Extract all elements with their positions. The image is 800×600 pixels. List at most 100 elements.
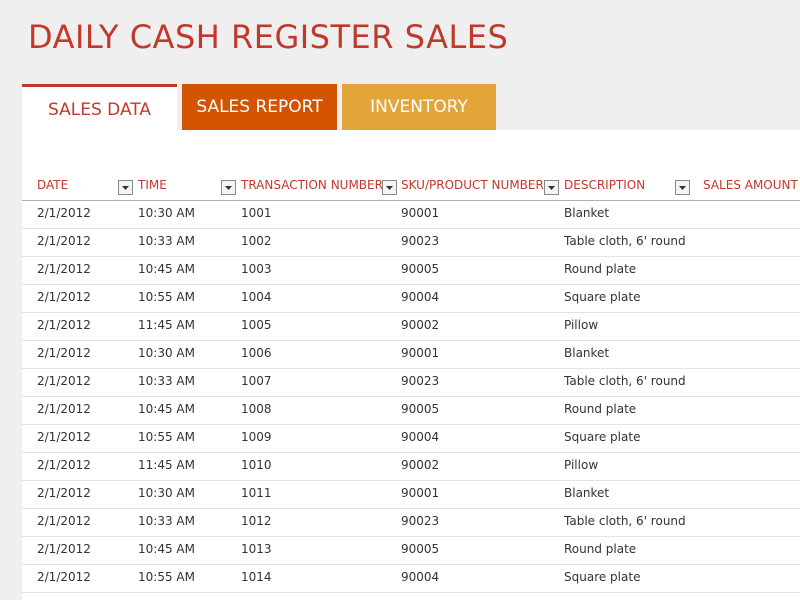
cell-transaction-number: 1010 [241,458,272,472]
cell-transaction-number: 1005 [241,318,272,332]
cell-time: 10:33 AM [138,514,195,528]
cell-transaction-number: 1009 [241,430,272,444]
cell-transaction-number: 1006 [241,346,272,360]
column-header-time: TIME [138,178,167,192]
table-row[interactable]: 2/1/2012 10:55 AM 1014 90004 Square plate [22,564,800,593]
tab-sales-data[interactable]: SALES DATA [22,84,177,132]
dropdown-arrow-icon [225,186,232,190]
filter-button-description[interactable] [675,180,690,195]
cell-sku: 90002 [401,458,440,472]
cell-transaction-number: 1012 [241,514,272,528]
cell-date: 2/1/2012 [37,430,91,444]
cell-transaction-number: 1011 [241,486,272,500]
table-row[interactable]: 2/1/2012 10:55 AM 1004 90004 Square plate [22,284,800,313]
filter-button-transaction-number[interactable] [382,180,397,195]
cell-transaction-number: 1001 [241,206,272,220]
table-row[interactable]: 2/1/2012 10:55 AM 1009 90004 Square plate [22,424,800,453]
table-row[interactable]: 2/1/2012 10:30 AM 1001 90001 Blanket [22,200,800,229]
cell-description: Round plate [564,262,637,276]
table-row[interactable]: 2/1/2012 10:30 AM 1011 90001 Blanket [22,480,800,509]
cell-description: Round plate [564,402,637,416]
cell-date: 2/1/2012 [37,318,91,332]
table-row[interactable]: 2/1/2012 10:33 AM 1007 90023 Table cloth, 6'… [22,368,800,397]
cell-date: 2/1/2012 [37,570,91,584]
cell-sku: 90001 [401,346,440,360]
cell-date: 2/1/2012 [37,458,91,472]
tab-label: SALES REPORT [196,97,323,117]
tab-label: SALES DATA [48,99,151,120]
cell-time: 10:33 AM [138,234,195,248]
table-row[interactable]: 2/1/2012 10:33 AM 1012 90023 Table cloth, 6'… [22,508,800,537]
cell-transaction-number: 1004 [241,290,272,304]
table-row[interactable]: 2/1/2012 10:30 AM 1006 90001 Blanket [22,340,800,369]
cell-date: 2/1/2012 [37,346,91,360]
dropdown-arrow-icon [386,186,393,190]
cell-date: 2/1/2012 [37,402,91,416]
cell-time: 10:55 AM [138,430,195,444]
filter-button-sku[interactable] [544,180,559,195]
cell-time: 10:45 AM [138,542,195,556]
cell-description: Square plate [564,430,641,444]
cell-description: Square plate [564,570,641,584]
cell-transaction-number: 1003 [241,262,272,276]
table-row[interactable]: 2/1/2012 10:33 AM 1002 90023 Table cloth, 6'… [22,228,800,257]
tab-inventory[interactable]: INVENTORY [342,84,496,130]
cell-time: 10:55 AM [138,570,195,584]
table-row[interactable]: 2/1/2012 11:45 AM 1010 90002 Pillow [22,452,800,481]
cell-date: 2/1/2012 [37,542,91,556]
sales-data-sheet: DATE TIME TRANSACTION NUMBER SKU/PRODUCT… [22,130,800,600]
cell-date: 2/1/2012 [37,374,91,388]
table-row[interactable]: 2/1/2012 11:45 AM 1005 90002 Pillow [22,312,800,341]
cell-sku: 90004 [401,290,440,304]
cell-time: 11:45 AM [138,318,195,332]
cell-transaction-number: 1014 [241,570,272,584]
cell-description: Blanket [564,206,610,220]
column-header-date: DATE [37,178,69,192]
cell-transaction-number: 1013 [241,542,272,556]
cell-sku: 90001 [401,486,440,500]
cell-transaction-number: 1007 [241,374,272,388]
dropdown-arrow-icon [679,186,686,190]
column-header-sku: SKU/PRODUCT NUMBER [401,178,544,192]
cell-date: 2/1/2012 [37,514,91,528]
cell-time: 10:45 AM [138,402,195,416]
cell-date: 2/1/2012 [37,234,91,248]
cell-description: Blanket [564,346,610,360]
workbook-page: DAILY CASH REGISTER SALES SALES DATA SAL… [0,0,800,600]
cell-sku: 90023 [401,374,440,388]
cell-date: 2/1/2012 [37,262,91,276]
table-row[interactable]: 2/1/2012 10:45 AM 1008 90005 Round plate [22,396,800,425]
table-header-row: DATE TIME TRANSACTION NUMBER SKU/PRODUCT… [22,172,800,201]
cell-description: Table cloth, 6' round [564,514,686,528]
cell-description: Pillow [564,318,599,332]
dropdown-arrow-icon [548,186,555,190]
cell-time: 10:33 AM [138,374,195,388]
cell-sku: 90005 [401,262,440,276]
tab-sales-report[interactable]: SALES REPORT [182,84,337,130]
table-row[interactable]: 2/1/2012 10:45 AM 1013 90005 Round plate [22,536,800,565]
page-title: DAILY CASH REGISTER SALES [28,18,509,56]
column-header-sales-amount: SALES AMOUNT [703,178,798,192]
cell-date: 2/1/2012 [37,486,91,500]
cell-sku: 90004 [401,570,440,584]
cell-description: Pillow [564,458,599,472]
cell-description: Table cloth, 6' round [564,374,686,388]
cell-sku: 90005 [401,542,440,556]
filter-button-time[interactable] [221,180,236,195]
cell-time: 10:45 AM [138,262,195,276]
filter-button-date[interactable] [118,180,133,195]
cell-description: Square plate [564,290,641,304]
cell-time: 10:30 AM [138,206,195,220]
tab-label: INVENTORY [370,97,468,117]
cell-date: 2/1/2012 [37,290,91,304]
table-row[interactable]: 2/1/2012 10:45 AM 1003 90005 Round plate [22,256,800,285]
cell-description: Blanket [564,486,610,500]
cell-transaction-number: 1002 [241,234,272,248]
cell-time: 10:30 AM [138,346,195,360]
cell-sku: 90001 [401,206,440,220]
cell-time: 10:55 AM [138,290,195,304]
cell-date: 2/1/2012 [37,206,91,220]
cell-description: Round plate [564,542,637,556]
cell-description: Table cloth, 6' round [564,234,686,248]
cell-sku: 90004 [401,430,440,444]
